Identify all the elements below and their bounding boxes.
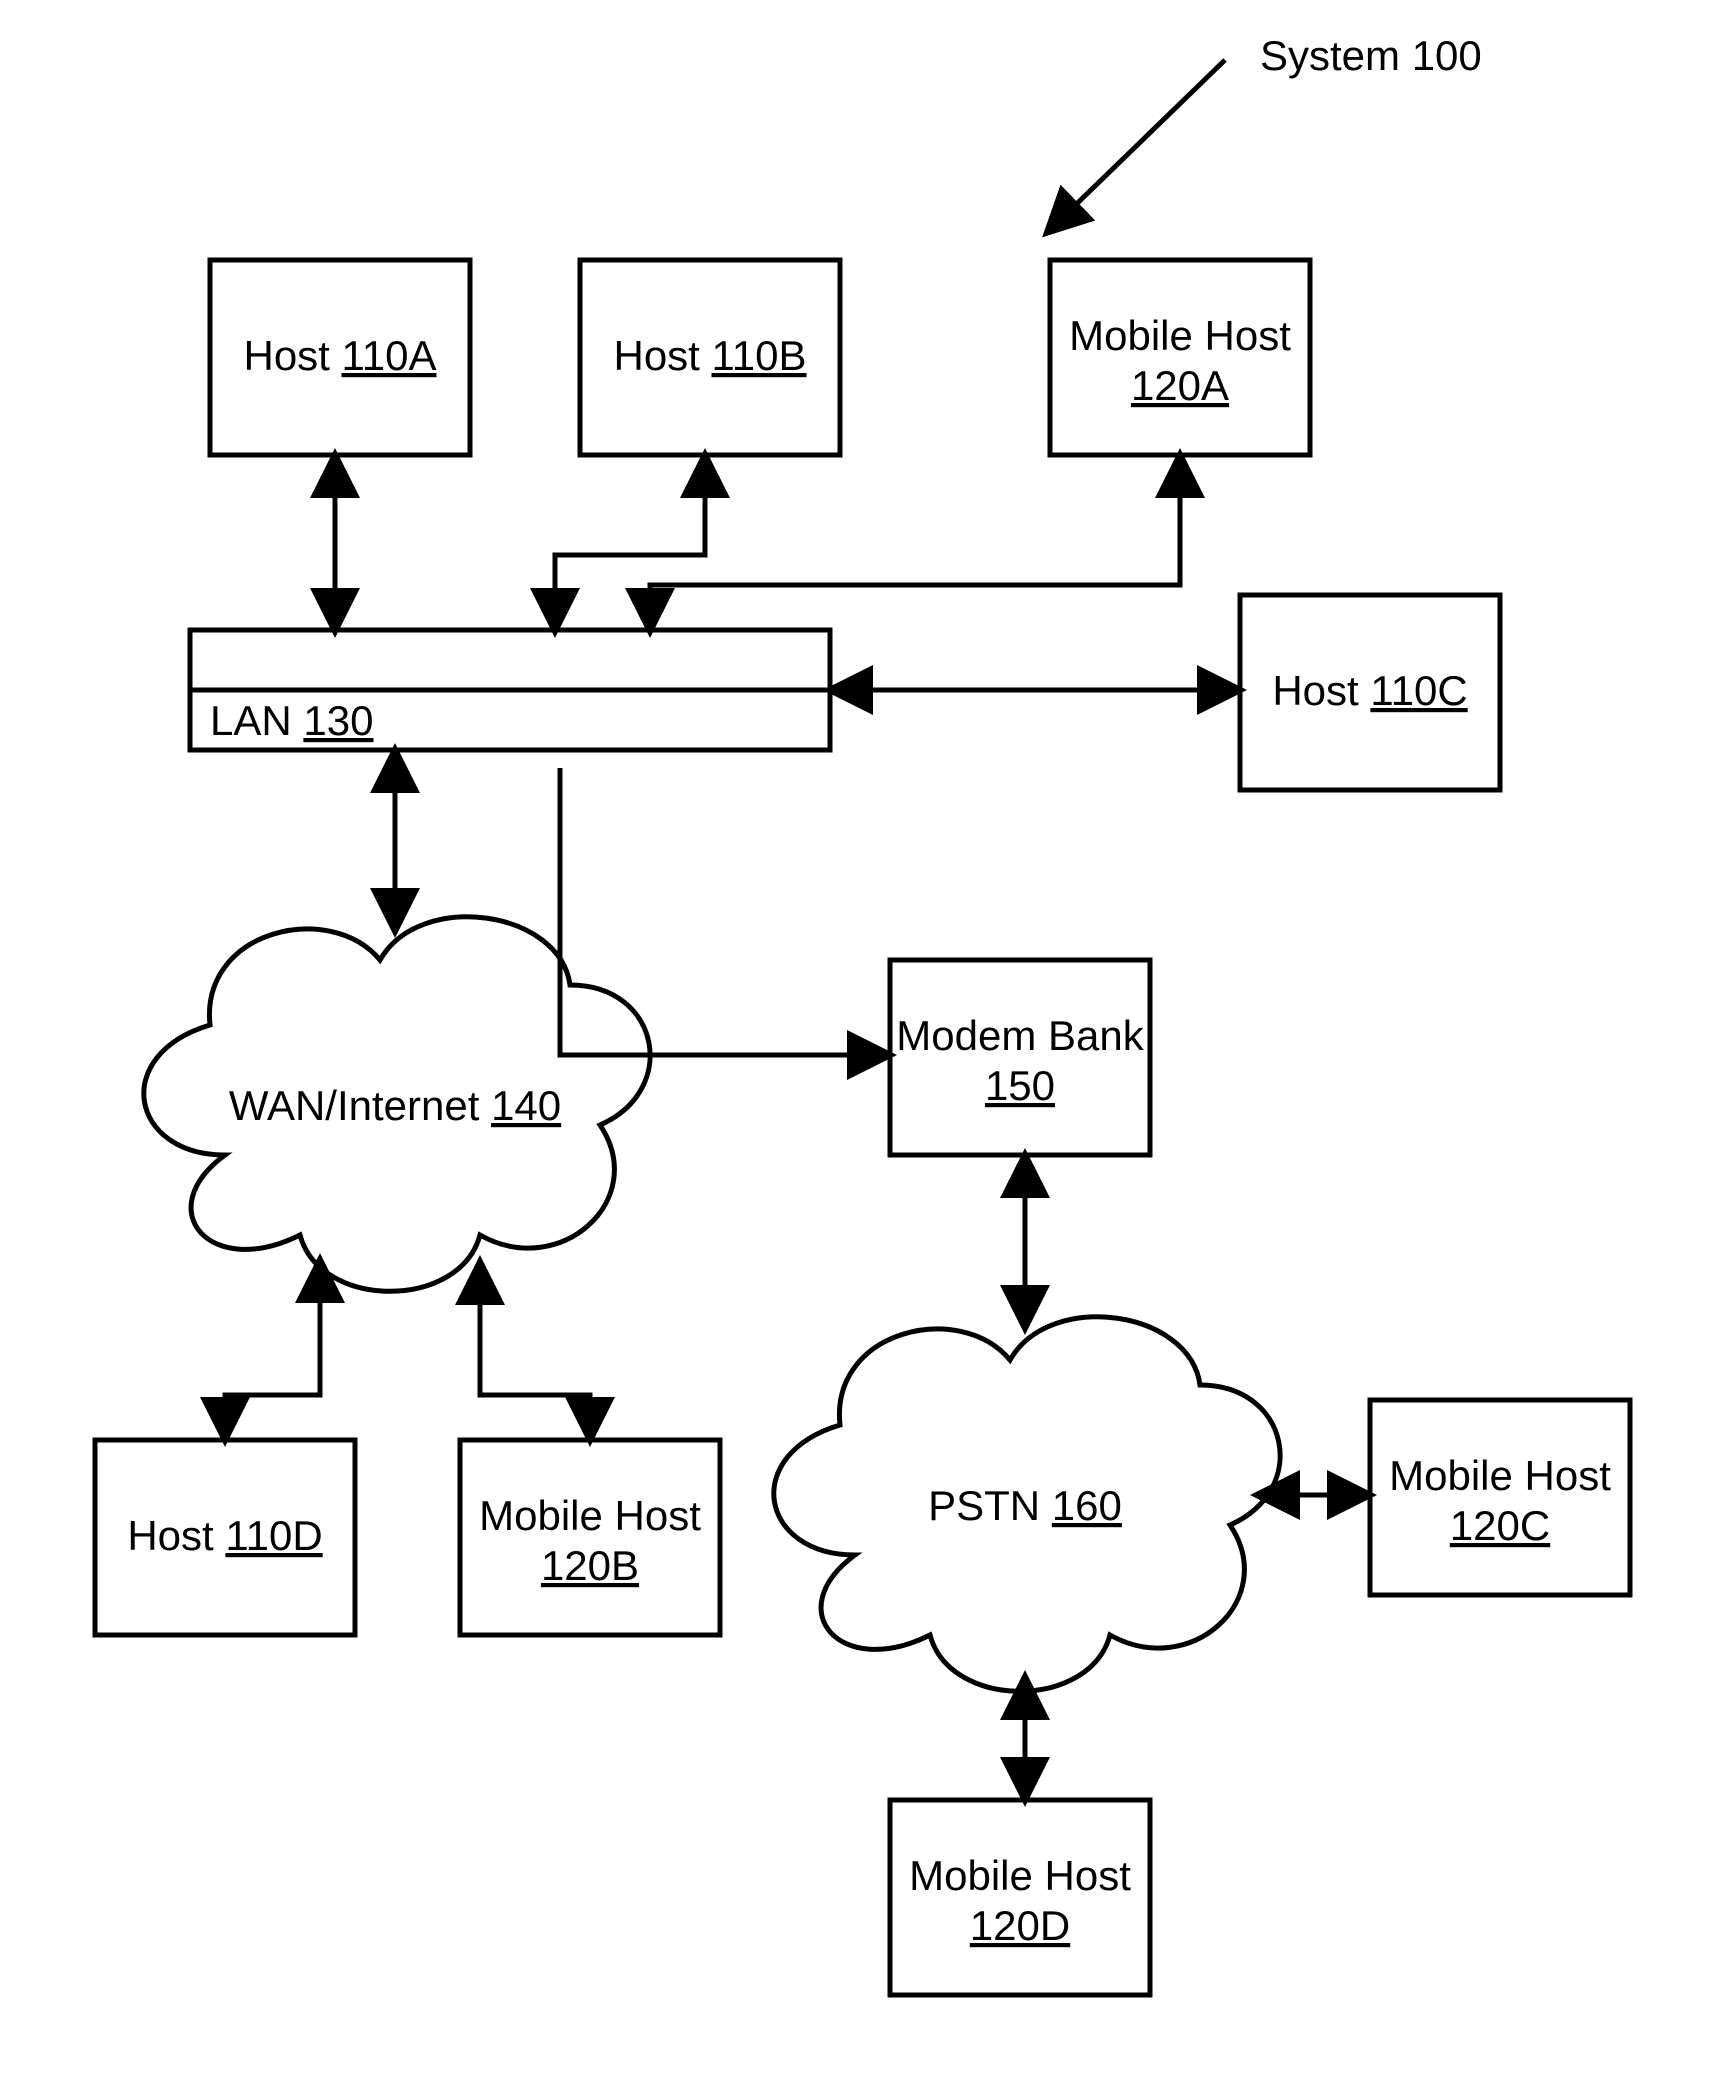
svg-text:Host 110B: Host 110B — [613, 332, 806, 379]
svg-text:LAN 130: LAN 130 — [210, 697, 373, 744]
lan-id: 130 — [303, 697, 373, 744]
mobile-host-d-label: Mobile Host — [909, 1852, 1131, 1899]
pstn-label: PSTN — [928, 1482, 1040, 1529]
host-d-id: 110D — [225, 1512, 322, 1559]
host-b-label: Host — [613, 332, 700, 379]
node-host-c: Host 110C — [1240, 595, 1500, 790]
svg-text:Host 110A: Host 110A — [243, 332, 436, 379]
node-modem-bank: Modem Bank 150 — [890, 960, 1150, 1155]
host-a-id: 110A — [342, 332, 437, 379]
host-d-label: Host — [127, 1512, 214, 1559]
host-b-id: 110B — [712, 332, 807, 379]
diagram-canvas: System 100 Host 110A Host 110B Mobile Ho… — [0, 0, 1718, 2080]
modem-bank-label: Modem Bank — [896, 1012, 1144, 1059]
host-a-label: Host — [243, 332, 330, 379]
pstn-id: 160 — [1052, 1482, 1122, 1529]
wan-id: 140 — [491, 1082, 561, 1129]
title-label: System — [1260, 32, 1400, 79]
mobile-host-b-label: Mobile Host — [479, 1492, 701, 1539]
node-host-b: Host 110B — [580, 260, 840, 455]
node-mobile-host-d: Mobile Host 120D — [890, 1800, 1150, 1995]
node-lan: LAN 130 — [190, 630, 830, 750]
svg-text:System 100: System 100 — [1260, 32, 1482, 79]
title-pointer: System 100 — [1060, 32, 1482, 220]
node-mobile-host-c: Mobile Host 120C — [1370, 1400, 1630, 1595]
node-mobile-host-b: Mobile Host 120B — [460, 1440, 720, 1635]
mobile-host-a-label: Mobile Host — [1069, 312, 1291, 359]
mobile-host-c-id: 120C — [1450, 1502, 1550, 1549]
modem-bank-id: 150 — [985, 1062, 1055, 1109]
node-host-d: Host 110D — [95, 1440, 355, 1635]
svg-text:WAN/Internet 140: WAN/Internet 140 — [229, 1082, 561, 1129]
svg-text:Host 110C: Host 110C — [1272, 667, 1467, 714]
host-c-id: 110C — [1370, 667, 1467, 714]
lan-label: LAN — [210, 697, 292, 744]
host-c-label: Host — [1272, 667, 1359, 714]
svg-text:Host 110D: Host 110D — [127, 1512, 322, 1559]
mobile-host-c-label: Mobile Host — [1389, 1452, 1611, 1499]
node-mobile-host-a: Mobile Host 120A — [1050, 260, 1310, 455]
svg-text:Mobile Host: Mobile Host — [1069, 312, 1291, 359]
mobile-host-d-id: 120D — [970, 1902, 1070, 1949]
node-wan: WAN/Internet 140 — [144, 917, 650, 1291]
mobile-host-a-id: 120A — [1131, 362, 1229, 409]
title-id: 100 — [1412, 32, 1482, 79]
node-pstn: PSTN 160 — [774, 1317, 1280, 1691]
svg-text:PSTN 160: PSTN 160 — [928, 1482, 1122, 1529]
node-host-a: Host 110A — [210, 260, 470, 455]
mobile-host-b-id: 120B — [541, 1542, 639, 1589]
wan-label: WAN/Internet — [229, 1082, 480, 1129]
